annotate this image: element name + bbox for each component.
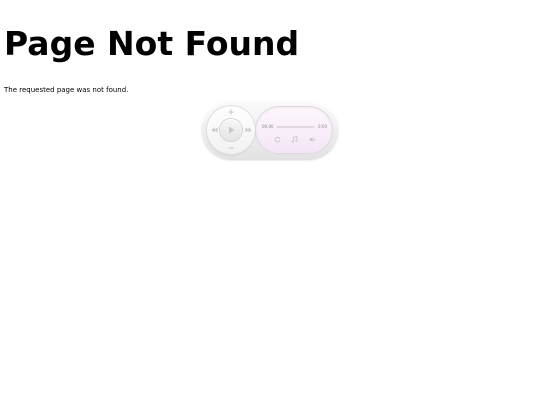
minus-icon [228, 147, 234, 149]
mute-button[interactable] [308, 135, 316, 143]
volume-down-button[interactable] [226, 144, 236, 152]
repeat-icon [274, 136, 280, 142]
volume-up-button[interactable] [226, 108, 236, 116]
progress-bar[interactable] [276, 126, 315, 128]
play-button[interactable] [220, 119, 242, 141]
error-message: The requested page was not found. [4, 86, 129, 94]
total-time: 0:00 [318, 124, 327, 129]
previous-track-button[interactable] [209, 126, 219, 134]
audio-player: 00:00 0:00 [202, 101, 338, 159]
player-display: 00:00 0:00 [256, 107, 332, 153]
speaker-mute-icon [309, 136, 316, 142]
previous-track-icon [211, 127, 217, 133]
page-title: Page Not Found [4, 24, 300, 63]
next-track-icon [245, 127, 251, 133]
plus-icon [228, 109, 234, 115]
playlist-button[interactable] [290, 135, 298, 143]
control-wheel [207, 106, 255, 154]
current-time: 00:00 [262, 124, 274, 129]
next-track-button[interactable] [243, 126, 253, 134]
repeat-button[interactable] [273, 135, 281, 143]
music-note-icon [291, 135, 297, 142]
play-icon [229, 126, 235, 134]
